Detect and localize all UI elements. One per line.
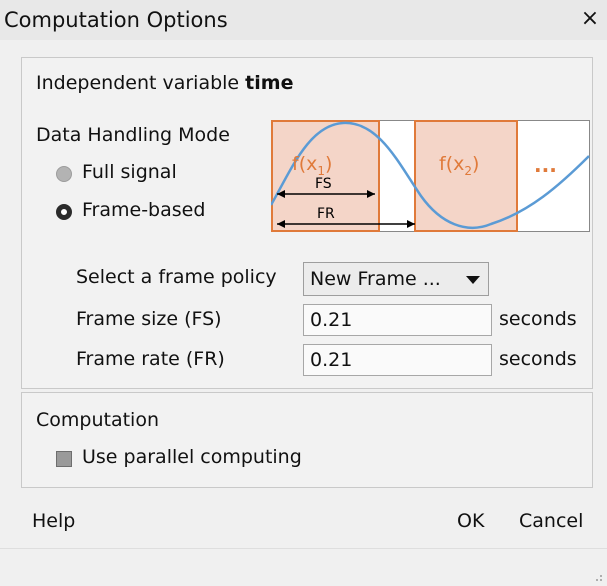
radio-full-signal-label[interactable]: Full signal (82, 161, 177, 183)
frame-size-input[interactable]: 0.21 (303, 304, 492, 336)
computation-panel: Computation Use parallel computing (21, 392, 593, 488)
frame-policy-label: Select a frame policy (76, 266, 277, 288)
frame-policy-dropdown[interactable]: New Frame ... (303, 262, 489, 296)
title-bar: Computation Options × (0, 0, 607, 40)
help-button[interactable]: Help (32, 510, 75, 532)
parallel-computing-checkbox[interactable] (56, 451, 72, 467)
ellipsis-label: ... (534, 153, 557, 177)
window-title: Computation Options (4, 8, 228, 32)
close-icon[interactable]: × (577, 4, 603, 34)
independent-variable-label: Independent variable (36, 72, 240, 94)
computation-section-label: Computation (36, 409, 159, 431)
options-panel: Independent variable time Data Handling … (21, 57, 593, 389)
data-handling-label: Data Handling Mode (36, 124, 230, 146)
radio-frame-based-label[interactable]: Frame-based (82, 199, 205, 221)
frame-rate-unit: seconds (499, 348, 577, 370)
frame-size-label: Frame size (FS) (76, 308, 222, 330)
independent-variable-value: time (245, 72, 294, 94)
fr-label: FR (317, 206, 335, 222)
frame-size-unit: seconds (499, 308, 577, 330)
independent-variable-row: Independent variable time (36, 72, 293, 94)
frame-policy-value: New Frame ... (310, 268, 441, 290)
resize-grip-icon[interactable] (589, 568, 603, 582)
frame-rate-input[interactable]: 0.21 (303, 344, 492, 376)
frame-diagram: f(x1) f(x2) ... FS FR (271, 120, 590, 232)
radio-full-signal[interactable] (56, 166, 72, 182)
ok-button[interactable]: OK (457, 510, 484, 532)
frame-2-label: f(x2) (439, 153, 479, 178)
parallel-computing-label[interactable]: Use parallel computing (82, 446, 302, 468)
frame-rate-label: Frame rate (FR) (76, 348, 225, 370)
radio-frame-based[interactable] (56, 204, 72, 220)
status-divider (0, 548, 607, 549)
cancel-button[interactable]: Cancel (519, 510, 583, 532)
chevron-down-icon (466, 276, 480, 284)
frame-1-label: f(x1) (292, 153, 332, 178)
fs-label: FS (315, 176, 332, 192)
